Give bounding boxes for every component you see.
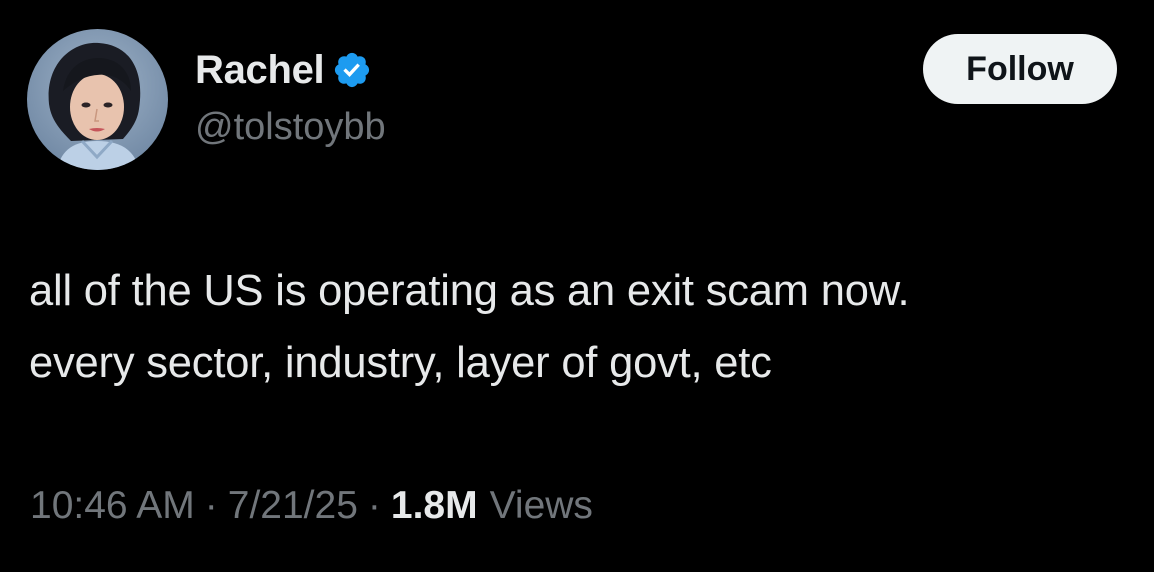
views-count: 1.8M [390,484,478,527]
author-name-row: Rachel [195,42,372,98]
tweet-time[interactable]: 10:46 AM [30,484,195,528]
tweet-text: all of the US is operating as an exit sc… [29,255,1139,399]
avatar-portrait-icon [27,29,168,170]
tweet-date[interactable]: 7/21/25 [228,484,358,528]
verified-check-icon[interactable] [332,50,372,90]
meta-separator: · [204,484,218,527]
avatar[interactable] [27,29,168,170]
views-label: Views [489,484,593,527]
tweet-card: Rachel @tolstoybb Follow all of the US i… [0,0,1154,572]
meta-separator: · [367,484,381,527]
tweet-text-line: all of the US is operating as an exit sc… [29,267,910,315]
author-name[interactable]: Rachel [195,48,325,93]
tweet-meta: 10:46 AM · 7/21/25 · 1.8M Views [30,480,593,532]
follow-button[interactable]: Follow [923,34,1117,104]
tweet-text-line: every sector, industry, layer of govt, e… [29,339,772,387]
author-handle[interactable]: @tolstoybb [195,106,386,149]
